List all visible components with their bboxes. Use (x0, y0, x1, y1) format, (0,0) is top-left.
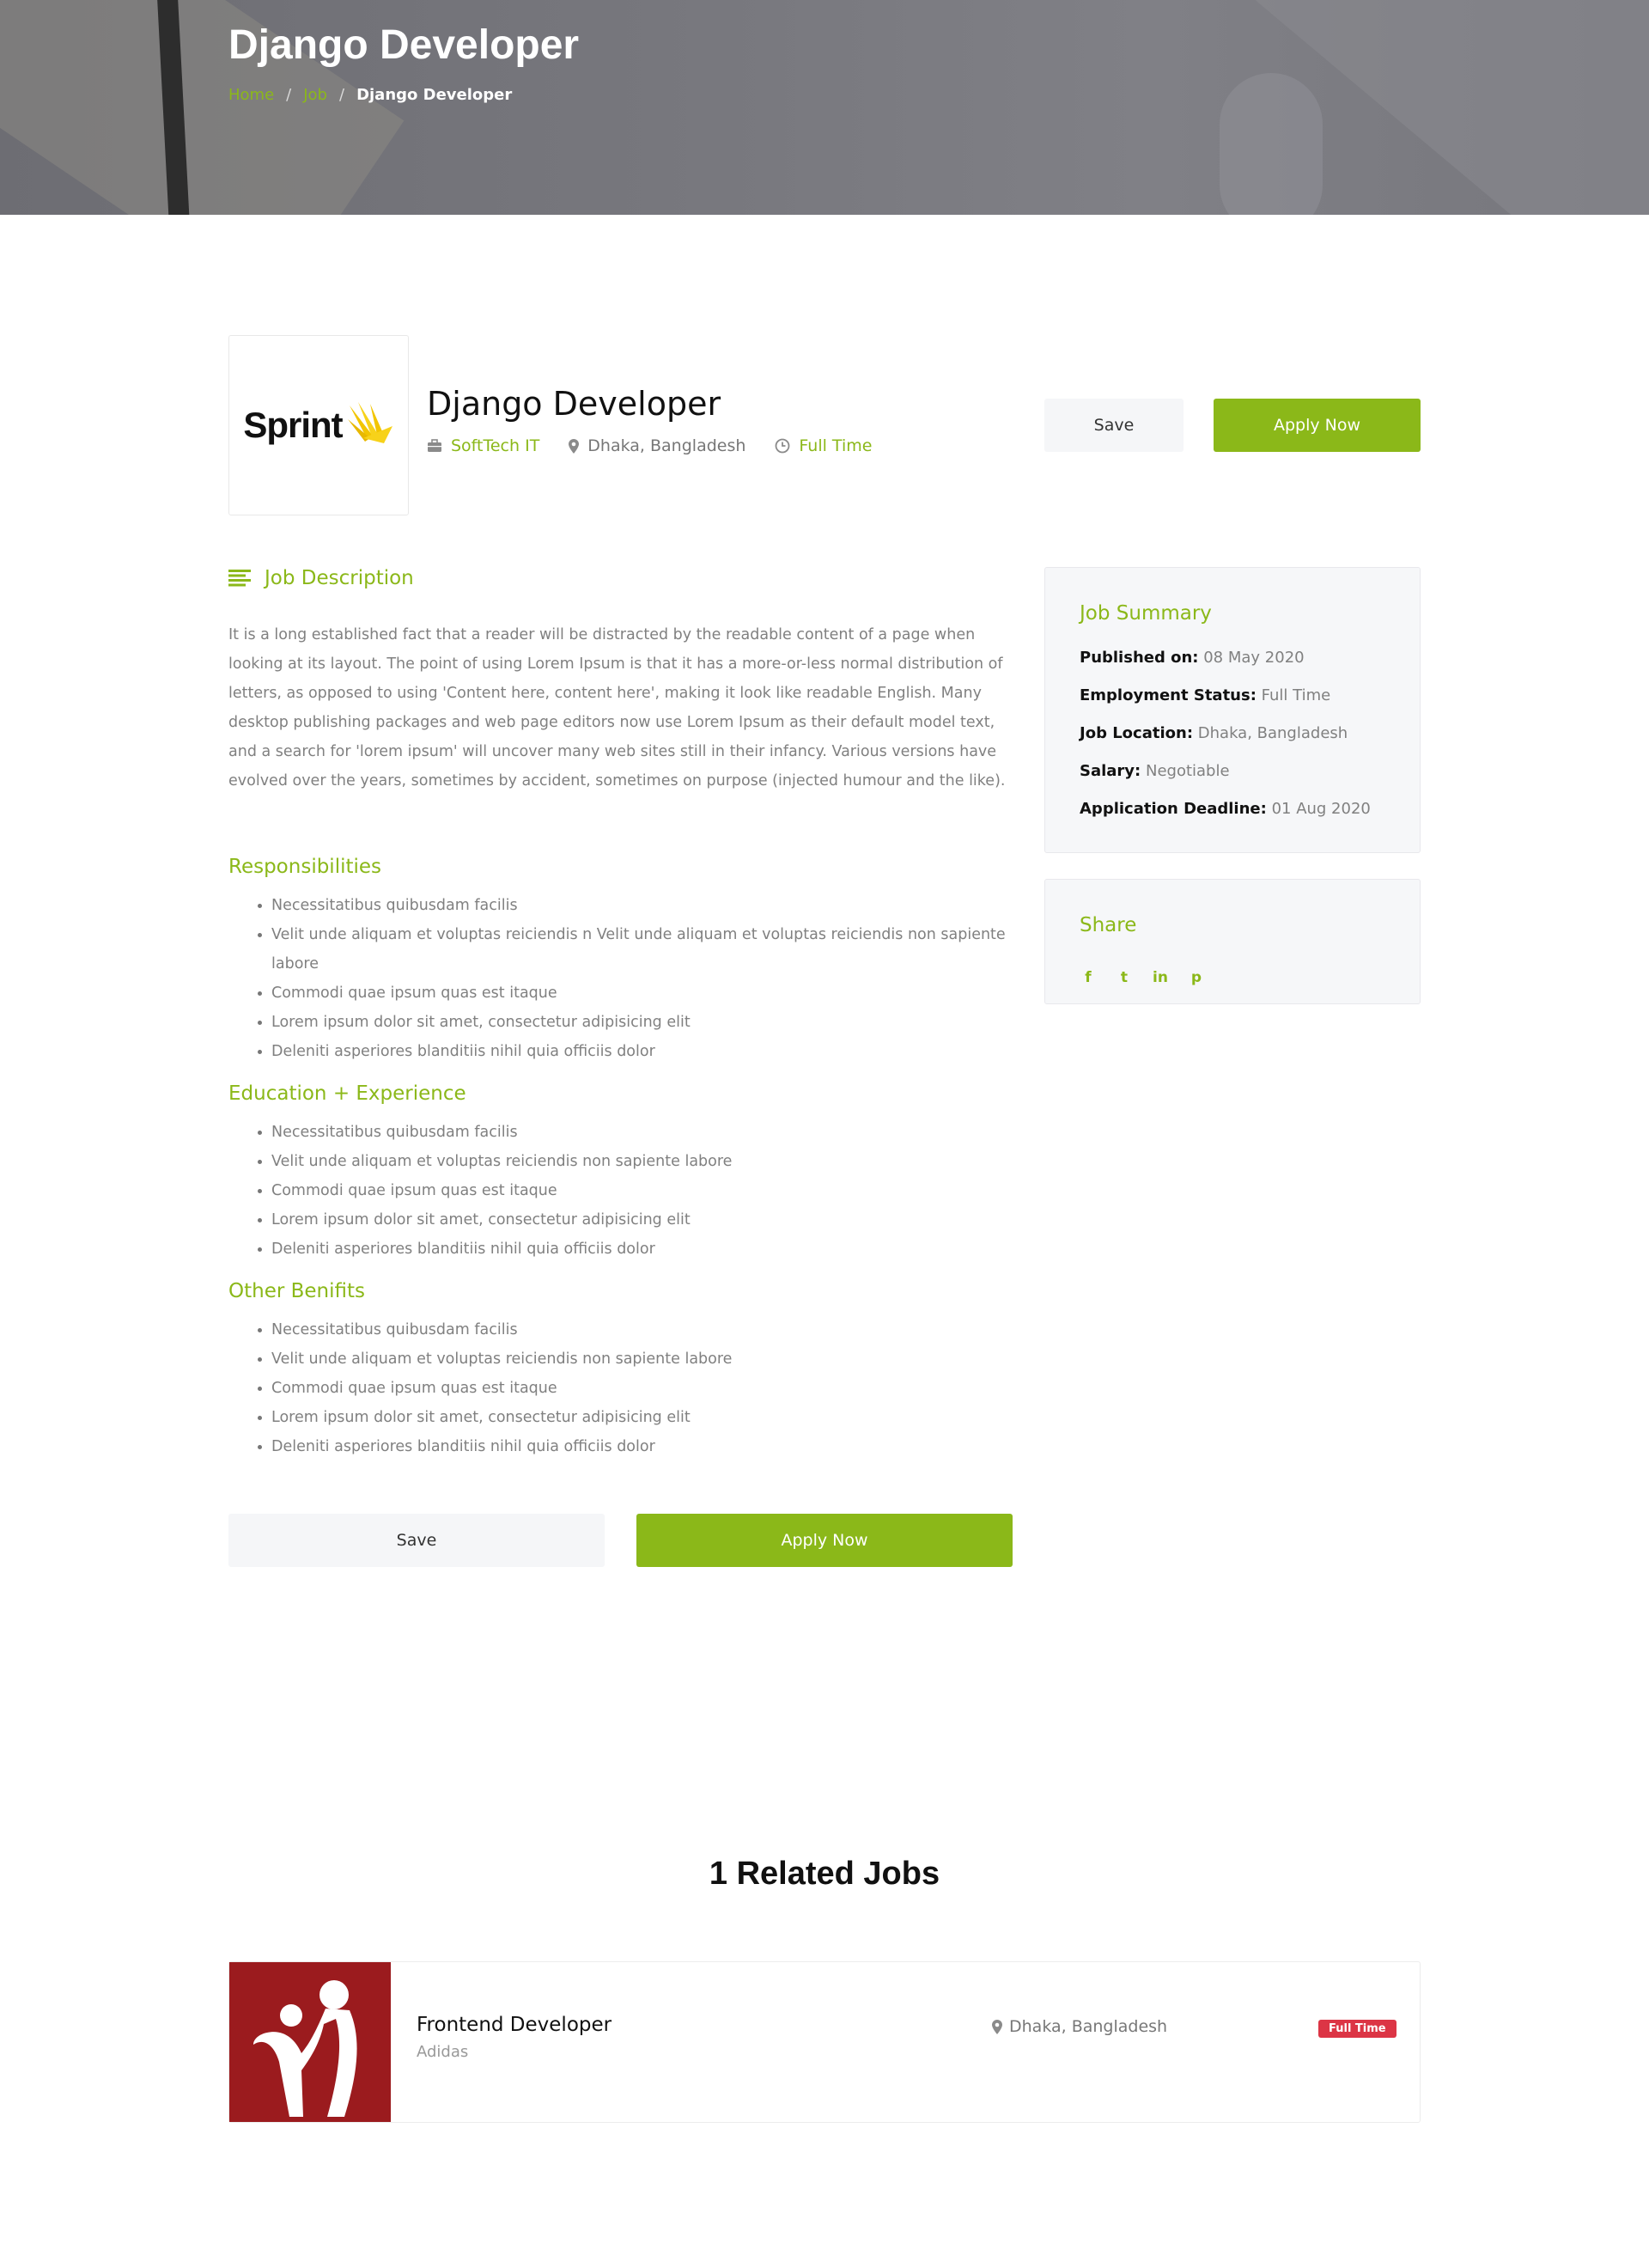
map-pin-icon (569, 438, 580, 454)
page-title: Django Developer (228, 22, 580, 68)
list-item: Deleniti asperiores blanditiis nihil qui… (258, 1235, 1013, 1264)
related-job-title[interactable]: Frontend Developer (417, 2014, 612, 2036)
job-location: Dhaka, Bangladesh (569, 436, 745, 455)
breadcrumb-separator: / (286, 86, 292, 104)
summary-employment-status: Employment Status: Full Time (1080, 686, 1330, 704)
company-logo: Sprint (228, 335, 409, 515)
job-company: SoftTech IT (427, 436, 539, 455)
job-title: Django Developer (427, 385, 721, 423)
breadcrumb: Home / Job / Django Developer (228, 86, 512, 104)
related-job-card[interactable]: Frontend Developer Adidas Dhaka, Banglad… (228, 1961, 1421, 2123)
job-company-link[interactable]: SoftTech IT (451, 436, 539, 455)
list-item: Lorem ipsum dolor sit amet, consectetur … (258, 1403, 1013, 1432)
education-list: Necessitatibus quibusdam facilis Velit u… (258, 1118, 1013, 1264)
breadcrumb-separator: / (338, 86, 345, 104)
linkedin-icon[interactable]: in (1152, 969, 1169, 986)
job-summary-card: Job Summary Published on: 08 May 2020 Em… (1044, 567, 1421, 853)
align-left-icon (228, 570, 251, 587)
list-item: Lorem ipsum dolor sit amet, consectetur … (258, 1008, 1013, 1037)
summary-value: Dhaka, Bangladesh (1197, 724, 1348, 742)
save-job-button[interactable]: Save (1044, 399, 1184, 452)
list-item: Velit unde aliquam et voluptas reiciendi… (258, 1344, 1013, 1374)
job-description-title: Job Description (265, 567, 414, 589)
other-benefits-heading: Other Benifits (228, 1280, 366, 1302)
other-benefits-list: Necessitatibus quibusdam facilis Velit u… (258, 1315, 1013, 1461)
breadcrumb-home-link[interactable]: Home (228, 86, 274, 104)
summary-value: 01 Aug 2020 (1271, 800, 1371, 818)
list-item: Commodi quae ipsum quas est itaque (258, 1374, 1013, 1403)
list-item: Commodi quae ipsum quas est itaque (258, 979, 1013, 1008)
sprint-logo-mark (347, 402, 392, 443)
save-job-bottom-button[interactable]: Save (228, 1514, 605, 1567)
map-pin-icon (992, 2019, 1002, 2034)
job-summary-title: Job Summary (1080, 602, 1212, 625)
list-item: Velit unde aliquam et voluptas reiciendi… (258, 920, 1013, 979)
breadcrumb-job-link[interactable]: Job (303, 86, 327, 104)
list-item: Lorem ipsum dolor sit amet, consectetur … (258, 1205, 1013, 1235)
related-jobs-heading: 1 Related Jobs (709, 1856, 940, 1892)
related-job-location-text: Dhaka, Bangladesh (1009, 2017, 1168, 2036)
job-location-text: Dhaka, Bangladesh (587, 436, 746, 455)
share-card: Share f t in p (1044, 879, 1421, 1004)
facebook-icon[interactable]: f (1080, 969, 1097, 986)
apply-now-bottom-button[interactable]: Apply Now (636, 1514, 1013, 1567)
responsibilities-list: Necessitatibus quibusdam facilis Velit u… (258, 891, 1013, 1066)
job-type-badge: Full Time (1318, 2020, 1396, 2038)
summary-label: Published on: (1080, 649, 1199, 667)
job-type-text: Full Time (799, 436, 873, 455)
share-title: Share (1080, 914, 1137, 936)
clock-icon (775, 438, 790, 454)
education-heading: Education + Experience (228, 1082, 466, 1105)
summary-salary: Salary: Negotiable (1080, 762, 1230, 780)
summary-published: Published on: 08 May 2020 (1080, 649, 1305, 667)
summary-value: Full Time (1261, 686, 1331, 704)
background-mouse (1220, 73, 1323, 215)
list-item: Necessitatibus quibusdam facilis (258, 891, 1013, 920)
job-description-text: It is a long established fact that a rea… (228, 626, 1006, 790)
summary-value: Negotiable (1145, 762, 1230, 780)
sprint-logo-text: Sprint (243, 405, 343, 445)
summary-deadline: Application Deadline: 01 Aug 2020 (1080, 800, 1371, 818)
page-hero: Django Developer Home / Job / Django Dev… (0, 0, 1649, 215)
related-job-location: Dhaka, Bangladesh (992, 2017, 1167, 2036)
sprint-logo: Sprint (243, 400, 393, 450)
job-type: Full Time (775, 436, 872, 455)
share-icons: f t in p (1080, 969, 1205, 986)
list-item: Necessitatibus quibusdam facilis (258, 1315, 1013, 1344)
summary-value: 08 May 2020 (1203, 649, 1305, 667)
apply-now-button[interactable]: Apply Now (1214, 399, 1421, 452)
briefcase-icon (427, 439, 442, 453)
job-description-heading: Job Description (228, 567, 414, 589)
responsibilities-heading: Responsibilities (228, 856, 382, 878)
summary-label: Employment Status: (1080, 686, 1257, 704)
related-job-company: Adidas (417, 2043, 469, 2061)
pinterest-icon[interactable]: p (1188, 969, 1205, 986)
list-item: Commodi quae ipsum quas est itaque (258, 1176, 1013, 1205)
list-item: Velit unde aliquam et voluptas reiciendi… (258, 1147, 1013, 1176)
list-item: Necessitatibus quibusdam facilis (258, 1118, 1013, 1147)
summary-label: Job Location: (1080, 724, 1194, 742)
job-meta: SoftTech IT Dhaka, Bangladesh Full Time (427, 436, 872, 455)
twitter-icon[interactable]: t (1116, 969, 1133, 986)
summary-job-location: Job Location: Dhaka, Bangladesh (1080, 724, 1348, 742)
related-company-logo (229, 1962, 391, 2122)
breadcrumb-current: Django Developer (356, 86, 513, 104)
summary-label: Application Deadline: (1080, 800, 1267, 818)
list-item: Deleniti asperiores blanditiis nihil qui… (258, 1432, 1013, 1461)
summary-label: Salary: (1080, 762, 1141, 780)
list-item: Deleniti asperiores blanditiis nihil qui… (258, 1037, 1013, 1066)
